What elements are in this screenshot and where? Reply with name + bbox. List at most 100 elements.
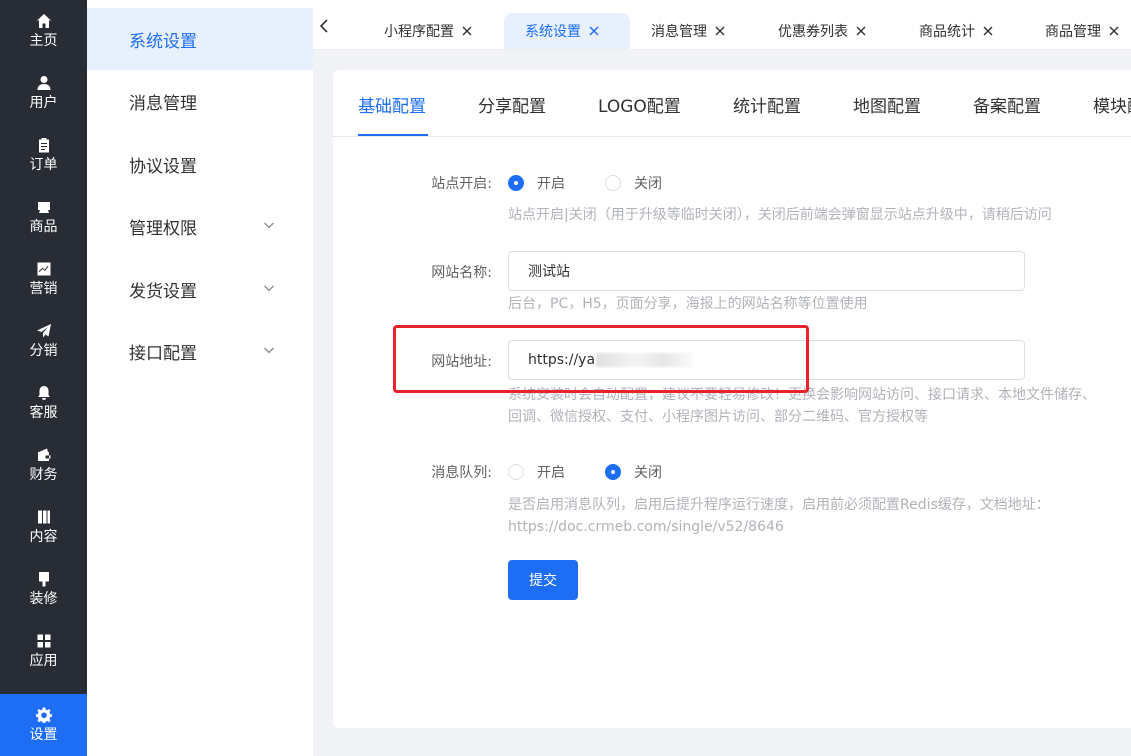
rail-item-label: 主页 <box>29 32 58 49</box>
site-open-radio-on[interactable]: 开启 <box>508 173 565 193</box>
tab-mini-program-config[interactable]: 小程序配置 <box>371 13 485 49</box>
site-open-label: 站点开启: <box>431 176 492 192</box>
tab-label: 消息管理 <box>651 24 707 40</box>
tab-label: 商品统计 <box>919 24 975 40</box>
radio-label: 关闭 <box>634 176 662 192</box>
book-icon <box>36 509 52 525</box>
close-icon[interactable] <box>462 26 472 36</box>
main-nav-rail: 主页 用户 订单 商品 营销 分销 客服 财务 内容 装修 应用 设置 <box>0 0 87 756</box>
chart-icon <box>36 261 52 277</box>
tabs-divider <box>333 136 1131 137</box>
rail-item-products[interactable]: 商品 <box>0 186 87 248</box>
rail-item-decoration[interactable]: 装修 <box>0 558 87 620</box>
rail-item-settings[interactable]: 设置 <box>0 694 87 756</box>
config-tab-statistics[interactable]: 统计配置 <box>733 92 801 117</box>
site-url-value: https://ya <box>528 352 596 368</box>
rail-item-content[interactable]: 内容 <box>0 496 87 558</box>
rail-item-label: 商品 <box>29 218 58 235</box>
submenu-item-api-config[interactable]: 接口配置 <box>87 320 313 382</box>
submenu-item-label: 发货设置 <box>129 281 197 302</box>
submenu-item-label: 协议设置 <box>129 156 197 177</box>
radio-label: 关闭 <box>634 465 662 481</box>
tab-label: 优惠券列表 <box>778 24 848 40</box>
clipboard-icon <box>36 137 52 153</box>
bell-icon <box>36 385 52 401</box>
submenu-item-agreement-settings[interactable]: 协议设置 <box>87 133 313 195</box>
rail-item-service[interactable]: 客服 <box>0 372 87 434</box>
redacted-blur <box>596 353 693 367</box>
rail-item-label: 装修 <box>29 590 58 607</box>
radio-label: 开启 <box>537 176 565 192</box>
message-queue-radio-off[interactable]: 关闭 <box>605 462 662 482</box>
submenu-item-label: 系统设置 <box>129 31 197 52</box>
submenu-item-message-management[interactable]: 消息管理 <box>87 70 313 132</box>
submit-button[interactable]: 提交 <box>508 560 578 600</box>
rail-item-label: 应用 <box>29 652 58 669</box>
close-icon[interactable] <box>589 26 599 36</box>
close-icon[interactable] <box>715 26 725 36</box>
chevron-left-icon[interactable] <box>317 18 331 34</box>
rail-item-label: 客服 <box>29 404 58 421</box>
site-url-hint-line2: 回调、微信授权、支付、小程序图片访问、部分二维码、官方授权等 <box>508 409 928 425</box>
config-tab-map[interactable]: 地图配置 <box>853 92 921 117</box>
tab-product-management[interactable]: 商品管理 <box>1045 13 1119 49</box>
rail-item-label: 财务 <box>29 466 58 483</box>
radio-dot <box>605 464 621 480</box>
tab-label: 小程序配置 <box>384 24 454 40</box>
rail-item-user[interactable]: 用户 <box>0 62 87 124</box>
site-url-hint-line1: 系统安装时会自动配置，建议不要轻易修改！更换会影响网站访问、接口请求、本地文件储… <box>508 387 1096 403</box>
radio-dot <box>605 175 621 191</box>
brush-icon <box>36 571 52 587</box>
rail-item-distribution[interactable]: 分销 <box>0 310 87 372</box>
home-icon <box>36 13 52 29</box>
submenu-item-system-settings[interactable]: 系统设置 <box>87 8 313 70</box>
message-queue-radio-on[interactable]: 开启 <box>508 462 565 482</box>
chevron-down-icon <box>263 282 275 294</box>
config-tab-share[interactable]: 分享配置 <box>478 92 546 117</box>
close-icon[interactable] <box>983 26 993 36</box>
rail-item-label: 内容 <box>29 528 58 545</box>
user-icon <box>36 75 52 91</box>
rail-item-home[interactable]: 主页 <box>0 0 87 62</box>
tab-label: 系统设置 <box>525 24 581 40</box>
message-queue-label: 消息队列: <box>431 465 492 481</box>
page-tabs-bar: 小程序配置 系统设置 消息管理 优惠券列表 商品统计 商品管理 <box>313 0 1131 50</box>
wallet-icon <box>36 447 52 463</box>
config-tab-filing[interactable]: 备案配置 <box>973 92 1041 117</box>
rail-item-label: 分销 <box>29 342 58 359</box>
tab-system-settings[interactable]: 系统设置 <box>504 13 630 49</box>
submenu-item-label: 管理权限 <box>129 218 197 239</box>
submenu-item-shipping-settings[interactable]: 发货设置 <box>87 258 313 320</box>
rail-item-marketing[interactable]: 营销 <box>0 248 87 310</box>
rail-item-apps[interactable]: 应用 <box>0 620 87 682</box>
tab-message-management[interactable]: 消息管理 <box>651 13 725 49</box>
config-tab-module[interactable]: 模块配 <box>1093 92 1131 117</box>
site-name-hint: 后台，PC，H5，页面分享，海报上的网站名称等位置使用 <box>508 296 868 312</box>
submenu-item-label: 接口配置 <box>129 343 197 364</box>
chevron-down-icon <box>263 219 275 231</box>
gear-icon <box>35 707 52 723</box>
rail-item-label: 用户 <box>29 94 58 111</box>
submenu-item-admin-permissions[interactable]: 管理权限 <box>87 195 313 257</box>
close-icon[interactable] <box>856 26 866 36</box>
site-name-input[interactable]: 测试站 <box>508 251 1025 291</box>
rail-item-orders[interactable]: 订单 <box>0 124 87 186</box>
tab-product-stats[interactable]: 商品统计 <box>919 13 993 49</box>
site-url-input[interactable]: https://ya <box>508 340 1025 380</box>
product-icon <box>36 199 52 215</box>
site-open-radio-off[interactable]: 关闭 <box>605 173 662 193</box>
rail-item-label: 设置 <box>29 726 58 743</box>
radio-label: 开启 <box>537 465 565 481</box>
rail-item-finance[interactable]: 财务 <box>0 434 87 496</box>
site-name-label: 网站名称: <box>431 265 492 281</box>
config-tab-basic[interactable]: 基础配置 <box>358 92 426 117</box>
config-tab-logo[interactable]: LOGO配置 <box>598 92 681 117</box>
message-queue-doc-link[interactable]: https://doc.crmeb.com/single/v52/8646 <box>508 516 784 538</box>
radio-dot <box>508 175 524 191</box>
radio-dot <box>508 464 524 480</box>
rail-item-label: 订单 <box>29 156 58 173</box>
chevron-down-icon <box>263 344 275 356</box>
close-icon[interactable] <box>1109 26 1119 36</box>
rail-item-label: 营销 <box>29 280 58 297</box>
tab-coupon-list[interactable]: 优惠券列表 <box>778 13 866 49</box>
